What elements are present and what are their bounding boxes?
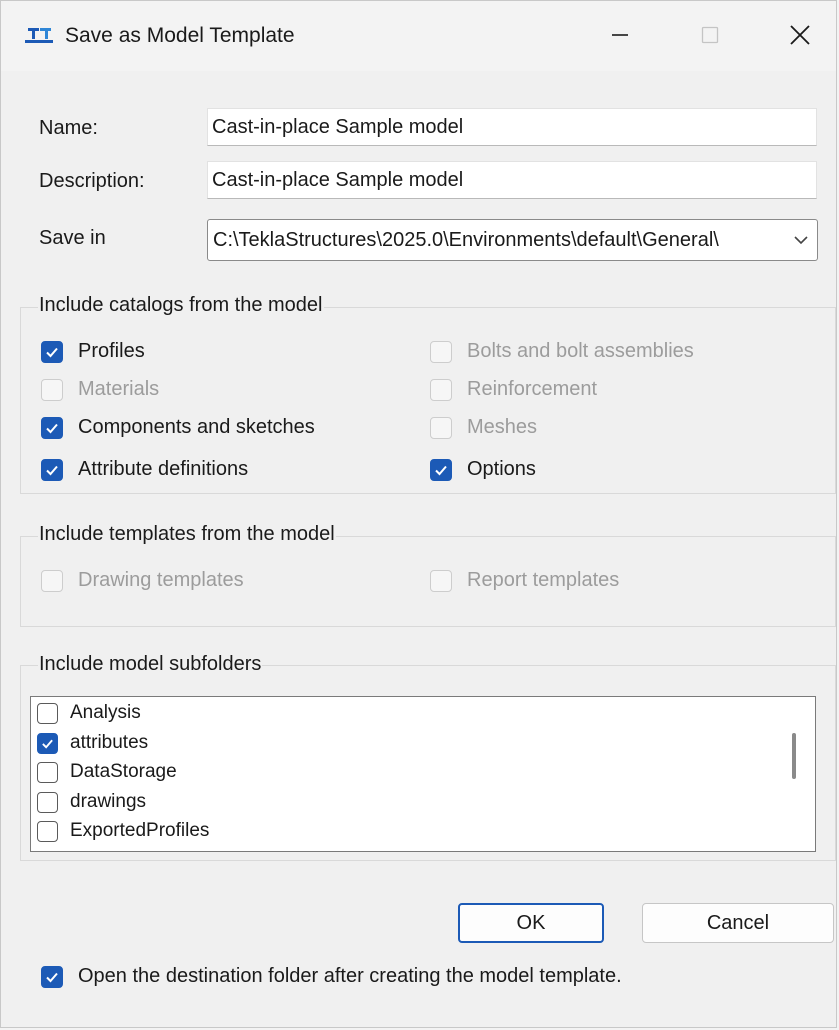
checkbox-box[interactable] — [41, 458, 63, 481]
materials-label: Materials — [78, 378, 160, 400]
checkmark-icon — [46, 465, 58, 475]
list-item[interactable]: attributes — [37, 732, 148, 754]
components-sketches-checkbox[interactable]: Components and sketches — [41, 416, 315, 439]
meshes-label: Meshes — [467, 416, 538, 438]
list-scrollbar-thumb[interactable] — [792, 733, 796, 779]
save-in-label: Save in — [39, 227, 106, 249]
materials-checkbox[interactable]: Materials — [41, 378, 159, 401]
description-input[interactable] — [207, 161, 817, 199]
profiles-checkbox[interactable]: Profiles — [41, 340, 145, 363]
checkbox-box[interactable] — [41, 416, 63, 439]
checkmark-icon — [46, 347, 58, 357]
maximize-icon — [701, 26, 719, 44]
close-button[interactable] — [777, 15, 823, 55]
title-bar[interactable]: Save as Model Template — [1, 1, 836, 71]
save-in-dropdown[interactable]: C:\TeklaStructures\2025.0\Environments\d… — [207, 219, 818, 261]
options-checkbox[interactable]: Options — [430, 458, 536, 481]
checkmark-icon — [435, 465, 447, 475]
checkmark-icon — [46, 423, 58, 433]
checkbox-box[interactable] — [37, 791, 58, 813]
meshes-checkbox[interactable]: Meshes — [430, 416, 537, 439]
checkbox-box[interactable] — [430, 340, 452, 363]
name-input[interactable] — [207, 108, 817, 146]
checkbox-box[interactable] — [37, 702, 58, 724]
catalogs-group-title: Include catalogs from the model — [38, 294, 324, 317]
close-icon — [790, 25, 810, 45]
maximize-button[interactable] — [687, 15, 733, 55]
report-templates-checkbox[interactable]: Report templates — [430, 569, 619, 592]
minimize-button[interactable] — [597, 15, 643, 55]
checkbox-box[interactable] — [41, 340, 63, 363]
ok-button[interactable]: OK — [458, 903, 604, 943]
drawing-templates-checkbox[interactable]: Drawing templates — [41, 569, 244, 592]
checkbox-box[interactable] — [430, 458, 452, 481]
profiles-label: Profiles — [78, 340, 145, 362]
checkbox-box[interactable] — [41, 378, 63, 401]
chevron-down-icon — [794, 236, 808, 245]
checkbox-box[interactable] — [430, 378, 452, 401]
save-in-value: C:\TeklaStructures\2025.0\Environments\d… — [213, 229, 719, 251]
minimize-icon — [612, 34, 628, 36]
subfolders-group-title: Include model subfolders — [38, 653, 263, 676]
checkbox-box[interactable] — [41, 569, 63, 592]
checkmark-icon — [46, 972, 58, 982]
bolts-assemblies-label: Bolts and bolt assemblies — [467, 340, 694, 362]
open-destination-folder-checkbox[interactable]: Open the destination folder after creati… — [41, 965, 622, 988]
list-item[interactable]: ExportedProfiles — [37, 820, 209, 842]
components-sketches-label: Components and sketches — [78, 416, 315, 438]
list-item[interactable]: DataStorage — [37, 761, 177, 783]
reinforcement-checkbox[interactable]: Reinforcement — [430, 378, 597, 401]
save-as-model-template-dialog: Save as Model Template Name: Description… — [0, 0, 837, 1028]
tekla-app-icon — [25, 28, 53, 43]
checkbox-box[interactable] — [430, 416, 452, 439]
options-label: Options — [467, 458, 536, 480]
open-destination-folder-label: Open the destination folder after creati… — [78, 965, 622, 987]
list-item[interactable]: Analysis — [37, 702, 141, 724]
templates-group-title: Include templates from the model — [38, 523, 336, 546]
report-templates-label: Report templates — [467, 569, 620, 591]
window-title: Save as Model Template — [65, 24, 295, 47]
cancel-button[interactable]: Cancel — [642, 903, 834, 943]
checkbox-box[interactable] — [430, 569, 452, 592]
bolts-assemblies-checkbox[interactable]: Bolts and bolt assemblies — [430, 340, 694, 363]
list-item-label: DataStorage — [70, 761, 177, 782]
attribute-definitions-checkbox[interactable]: Attribute definitions — [41, 458, 248, 481]
list-item-label: Analysis — [70, 702, 141, 723]
description-label: Description: — [39, 170, 145, 192]
drawing-templates-label: Drawing templates — [78, 569, 244, 591]
attribute-definitions-label: Attribute definitions — [78, 458, 249, 480]
checkmark-icon — [42, 739, 53, 749]
subfolders-list[interactable]: Analysis attributes DataStorage drawings… — [30, 696, 816, 852]
checkbox-box[interactable] — [37, 761, 58, 783]
name-label: Name: — [39, 117, 98, 139]
checkbox-box[interactable] — [37, 732, 58, 754]
list-item-label: drawings — [70, 791, 147, 812]
list-item-label: attributes — [70, 732, 149, 753]
list-item[interactable]: drawings — [37, 791, 146, 813]
reinforcement-label: Reinforcement — [467, 378, 598, 400]
checkbox-box[interactable] — [41, 965, 63, 988]
list-item-label: ExportedProfiles — [70, 820, 210, 841]
checkbox-box[interactable] — [37, 820, 58, 842]
